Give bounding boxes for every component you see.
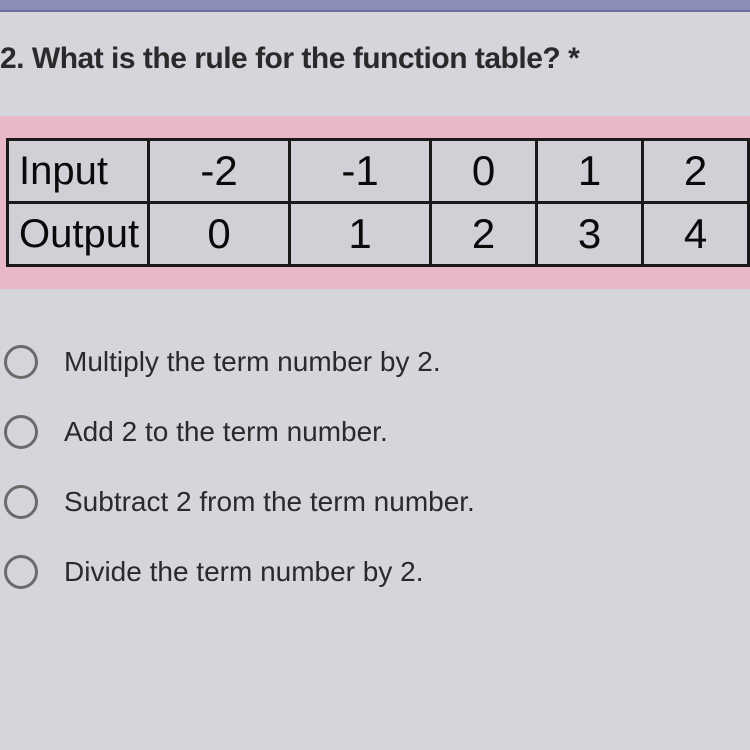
function-table-container: Input -2 -1 0 1 2 Output 0 1 2 3 4: [0, 116, 750, 289]
radio-icon: [4, 345, 38, 379]
required-marker: *: [568, 42, 579, 75]
output-cell: 4: [642, 203, 748, 266]
input-label: Input: [8, 140, 149, 203]
question-content: 2. What is the rule for the function tab…: [0, 12, 750, 750]
radio-icon: [4, 415, 38, 449]
option-label: Add 2 to the term number.: [64, 416, 388, 448]
input-cell: 2: [642, 140, 748, 203]
option-add-2[interactable]: Add 2 to the term number.: [0, 397, 750, 467]
option-divide-by-2[interactable]: Divide the term number by 2.: [0, 537, 750, 607]
table-row: Output 0 1 2 3 4: [8, 203, 749, 266]
input-cell: 1: [537, 140, 643, 203]
radio-icon: [4, 555, 38, 589]
question-prompt: 2. What is the rule for the function tab…: [0, 24, 750, 104]
option-label: Multiply the term number by 2.: [64, 346, 441, 378]
options-list: Multiply the term number by 2. Add 2 to …: [0, 317, 750, 607]
option-subtract-2[interactable]: Subtract 2 from the term number.: [0, 467, 750, 537]
option-label: Divide the term number by 2.: [64, 556, 424, 588]
question-number: 2.: [0, 42, 24, 75]
window-top-bar: [0, 0, 750, 12]
function-table: Input -2 -1 0 1 2 Output 0 1 2 3 4: [6, 138, 750, 267]
input-cell: -2: [149, 140, 290, 203]
question-text: What is the rule for the function table?: [32, 42, 560, 75]
option-multiply-by-2[interactable]: Multiply the term number by 2.: [0, 327, 750, 397]
output-cell: 1: [290, 203, 431, 266]
input-cell: -1: [290, 140, 431, 203]
output-cell: 3: [537, 203, 643, 266]
table-row: Input -2 -1 0 1 2: [8, 140, 749, 203]
output-label: Output: [8, 203, 149, 266]
output-cell: 2: [431, 203, 537, 266]
input-cell: 0: [431, 140, 537, 203]
option-label: Subtract 2 from the term number.: [64, 486, 475, 518]
output-cell: 0: [149, 203, 290, 266]
radio-icon: [4, 485, 38, 519]
